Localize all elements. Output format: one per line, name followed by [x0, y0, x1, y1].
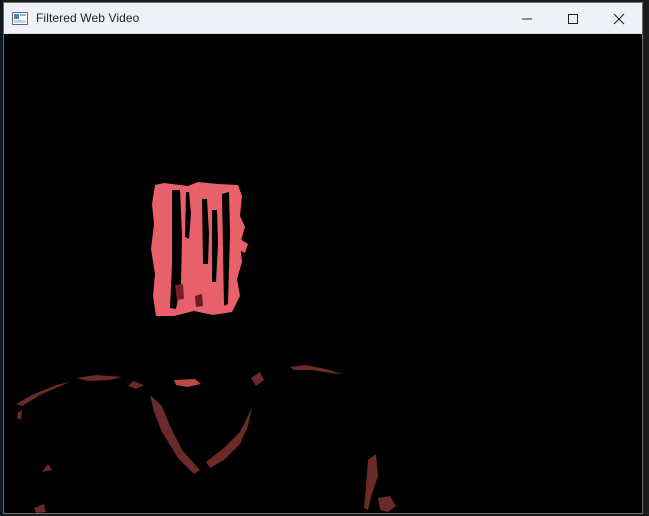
window-title: Filtered Web Video — [36, 11, 140, 25]
minimize-icon — [522, 18, 532, 19]
filtered-noise — [16, 365, 396, 513]
filtered-video-window[interactable]: Filtered Web Video — [3, 2, 643, 514]
maximize-button[interactable] — [550, 3, 596, 34]
title-bar[interactable]: Filtered Web Video — [4, 3, 642, 34]
close-icon — [613, 13, 625, 24]
filtered-frame-graphic — [16, 182, 396, 513]
window-controls — [504, 3, 642, 33]
app-window-icon — [12, 11, 28, 25]
minimize-button[interactable] — [504, 3, 550, 34]
video-frame — [4, 34, 642, 513]
filtered-red-object — [151, 182, 248, 316]
close-button[interactable] — [596, 3, 642, 34]
maximize-icon — [568, 13, 578, 24]
